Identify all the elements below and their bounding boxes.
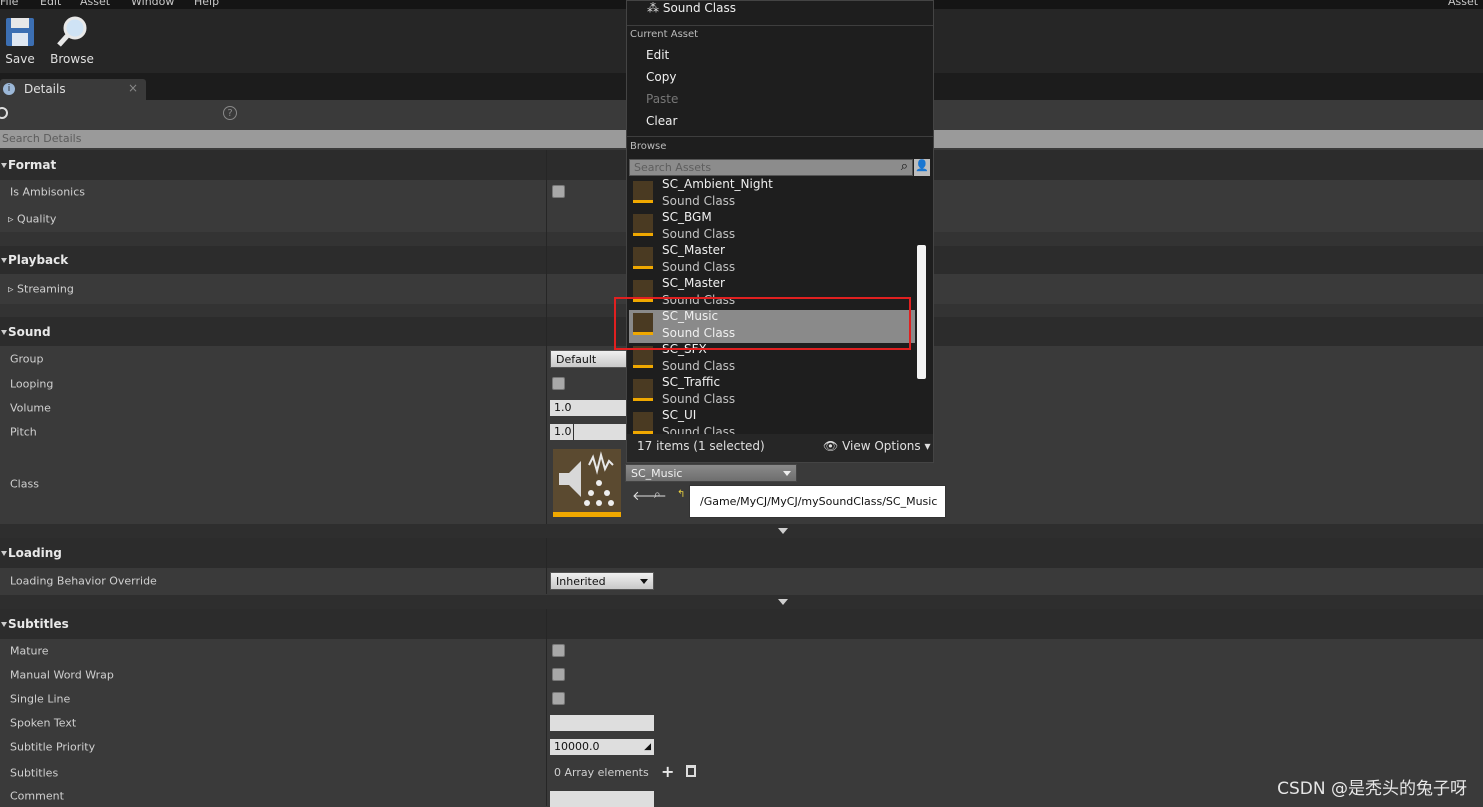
streaming-label: ▹ Streaming bbox=[8, 282, 74, 296]
scrollbar-thumb[interactable] bbox=[917, 245, 926, 379]
save-button[interactable]: Save bbox=[0, 15, 44, 66]
trash-icon[interactable] bbox=[686, 765, 696, 777]
menu-asset[interactable]: Asset bbox=[80, 0, 110, 8]
menu-edit[interactable]: Edit bbox=[40, 0, 61, 8]
volume-input[interactable]: 1.0 bbox=[550, 400, 630, 416]
looping-checkbox[interactable] bbox=[552, 377, 565, 390]
sound-class-icon bbox=[633, 379, 653, 401]
menu-clear-asset[interactable]: Clear bbox=[646, 114, 677, 128]
sound-class-icon bbox=[633, 214, 653, 236]
use-selected-arrow-icon[interactable]: 🡐 bbox=[632, 488, 667, 504]
browse-magnifier-icon[interactable]: ⌕ bbox=[654, 487, 661, 502]
search-icon: ⌕ bbox=[900, 159, 908, 174]
item-count: 17 items (1 selected) bbox=[637, 439, 765, 453]
array-elements-count: 0 Array elements bbox=[554, 766, 649, 779]
lock-icon[interactable] bbox=[0, 107, 8, 119]
is-ambisonics-checkbox[interactable] bbox=[552, 185, 565, 198]
sound-class-thumbnail[interactable] bbox=[553, 449, 621, 517]
mature-checkbox[interactable] bbox=[552, 644, 565, 657]
list-item[interactable]: SC_Master Sound Class bbox=[629, 243, 915, 277]
eye-icon: 👁 bbox=[823, 439, 839, 453]
current-asset-heading: Current Asset bbox=[630, 29, 699, 40]
prop-loading-behavior: Loading Behavior Override Inherited bbox=[0, 568, 1483, 594]
menu-paste-asset[interactable]: Paste bbox=[646, 92, 678, 106]
prop-mature: Mature bbox=[0, 639, 1483, 663]
sound-class-filter-item[interactable]: ⁂ Sound Class bbox=[647, 1, 736, 15]
class-asset-combo[interactable]: SC_Music bbox=[625, 464, 797, 482]
tab-label: Details bbox=[24, 82, 66, 96]
resize-corner-icon: ◢ bbox=[644, 742, 651, 752]
advanced-expander-2[interactable] bbox=[0, 595, 1483, 609]
menu-copy-asset[interactable]: Copy bbox=[646, 70, 676, 84]
manual-word-wrap-checkbox[interactable] bbox=[552, 668, 565, 681]
popup-footer: 17 items (1 selected) 👁 View Options ▾ bbox=[627, 434, 933, 462]
browse-heading: Browse bbox=[630, 141, 667, 152]
sound-class-icon bbox=[633, 247, 653, 269]
asset-path-tooltip: /Game/MyCJ/MyCJ/mySoundClass/SC_Music bbox=[689, 485, 946, 518]
prop-subtitles: Subtitles 0 Array elements + bbox=[0, 759, 1483, 786]
browse-label: Browse bbox=[50, 52, 94, 66]
subtitle-priority-input[interactable]: 10000.0 ◢ bbox=[550, 739, 654, 755]
menu-edit-asset[interactable]: Edit bbox=[646, 48, 669, 62]
sound-class-icon bbox=[559, 451, 614, 506]
view-options-button[interactable]: 👁 View Options ▾ bbox=[823, 439, 931, 453]
help-icon[interactable]: ? bbox=[223, 106, 237, 120]
category-subtitles[interactable]: Subtitles bbox=[0, 609, 1483, 639]
list-item[interactable]: SC_BGM Sound Class bbox=[629, 210, 915, 244]
reset-arrow-icon[interactable]: ↰ bbox=[677, 489, 685, 500]
menu-window[interactable]: Window bbox=[131, 0, 174, 8]
info-icon: i bbox=[3, 83, 15, 95]
spoken-text-input[interactable] bbox=[550, 715, 654, 731]
menu-help[interactable]: Help bbox=[194, 0, 219, 8]
single-line-checkbox[interactable] bbox=[552, 692, 565, 705]
sound-class-small-icon: ⁂ bbox=[647, 1, 659, 15]
sound-class-icon bbox=[633, 412, 653, 434]
pitch-input[interactable]: 1.0 bbox=[550, 424, 630, 440]
category-loading[interactable]: Loading bbox=[0, 538, 1483, 568]
save-label: Save bbox=[5, 52, 35, 66]
close-icon[interactable]: × bbox=[128, 81, 138, 95]
prop-manual-word-wrap: Manual Word Wrap bbox=[0, 663, 1483, 687]
loading-behavior-combo[interactable]: Inherited bbox=[550, 572, 654, 590]
advanced-expander[interactable] bbox=[0, 524, 1483, 538]
magnifier-icon bbox=[55, 15, 89, 49]
prop-spoken-text: Spoken Text bbox=[0, 711, 1483, 735]
prop-comment: Comment bbox=[0, 786, 1483, 807]
add-element-icon[interactable]: + bbox=[661, 762, 674, 781]
list-item[interactable]: SC_UI Sound Class bbox=[629, 408, 915, 434]
list-item[interactable]: SC_Ambient_Night Sound Class bbox=[629, 178, 915, 211]
browse-button[interactable]: Browse bbox=[48, 15, 96, 66]
asset-picker-popup: ⁂ Sound Class Current Asset Edit Copy Pa… bbox=[626, 0, 934, 463]
quality-label: ▹ Quality bbox=[8, 212, 57, 225]
search-assets-input[interactable]: Search Assets ⌕ bbox=[629, 159, 913, 176]
search-placeholder: Search Details bbox=[2, 132, 82, 145]
tab-details[interactable]: i Details × bbox=[0, 79, 146, 100]
save-icon bbox=[3, 15, 37, 49]
user-filter-icon[interactable]: 👤 bbox=[914, 159, 930, 176]
menu-file[interactable]: File bbox=[0, 0, 18, 8]
search-assets-placeholder: Search Assets bbox=[634, 161, 712, 174]
prop-subtitle-priority: Subtitle Priority 10000.0 ◢ bbox=[0, 735, 1483, 759]
chevron-down-icon: ▾ bbox=[924, 439, 931, 453]
sound-class-icon bbox=[633, 181, 653, 203]
comment-input[interactable] bbox=[550, 791, 654, 807]
highlight-box bbox=[614, 297, 911, 350]
watermark: CSDN @是秃头的兔子呀 bbox=[1277, 779, 1467, 799]
list-item[interactable]: SC_Traffic Sound Class bbox=[629, 375, 915, 409]
menu-right-clipped: Asset bbox=[1448, 0, 1479, 8]
prop-single-line: Single Line bbox=[0, 687, 1483, 711]
